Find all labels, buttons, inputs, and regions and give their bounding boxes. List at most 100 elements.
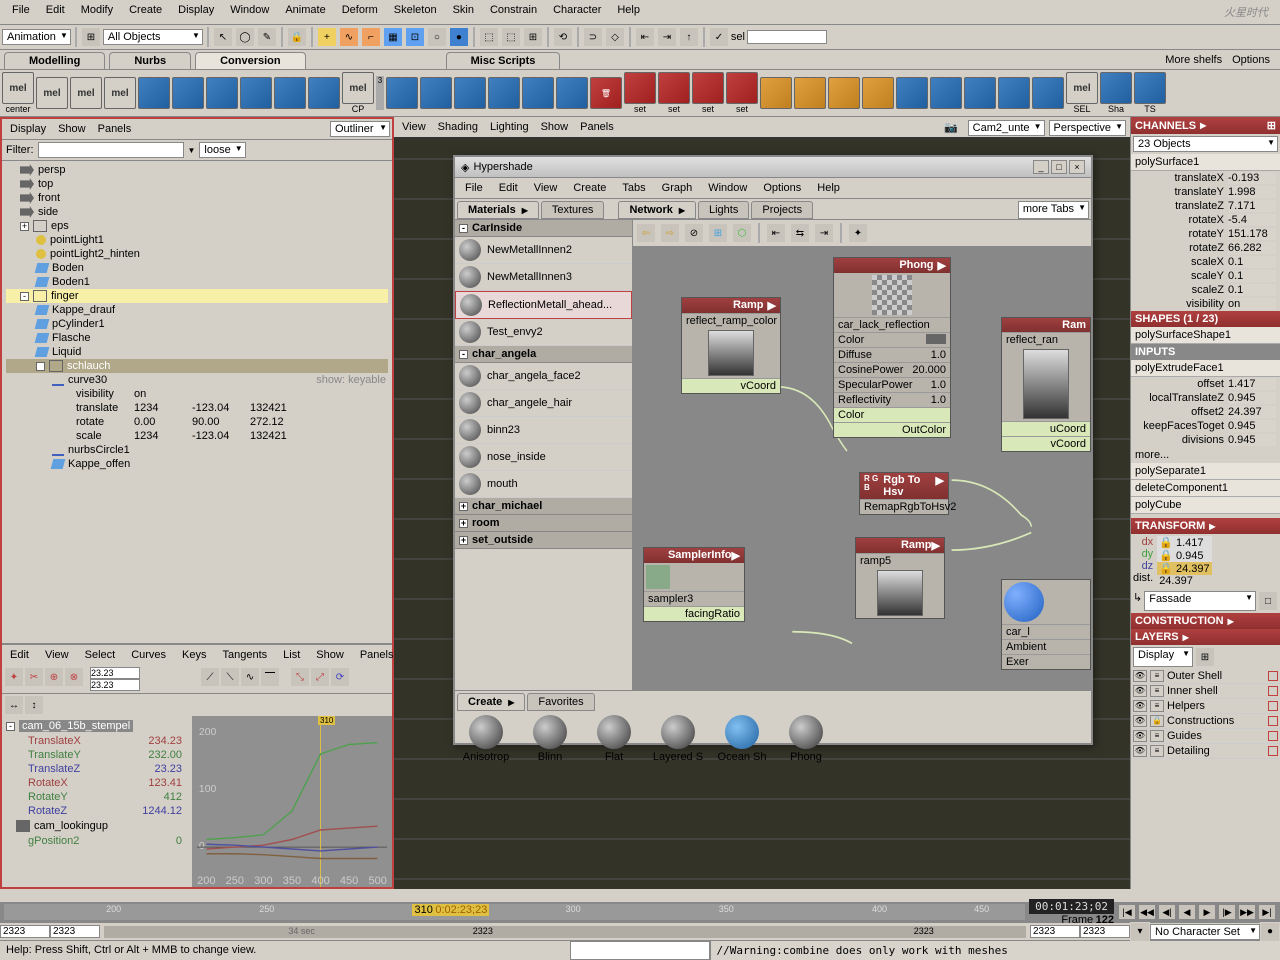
- shelf-o1-icon[interactable]: [760, 77, 792, 109]
- sel-by-name-icon[interactable]: ✓: [709, 27, 729, 47]
- shelf-sha-icon[interactable]: [1100, 72, 1132, 104]
- shelf-set2-icon[interactable]: [658, 72, 690, 104]
- render-icon[interactable]: ●: [449, 27, 469, 47]
- create-material[interactable]: Layered S: [651, 715, 705, 763]
- range-start[interactable]: [0, 925, 50, 938]
- sel-input[interactable]: [747, 30, 827, 44]
- shelf-tab-modelling[interactable]: Modelling: [4, 52, 105, 69]
- inputs-header[interactable]: INPUTS: [1131, 344, 1280, 360]
- more-link[interactable]: more...: [1131, 447, 1280, 463]
- shelf-sel-icon[interactable]: mel: [1066, 72, 1098, 104]
- favorites-tab[interactable]: Favorites: [527, 693, 594, 711]
- layer-color[interactable]: [1268, 746, 1278, 756]
- next-key-btn[interactable]: |▶: [1218, 904, 1236, 920]
- dz-val[interactable]: 24.397: [1176, 563, 1210, 575]
- node-ramp2[interactable]: Ramp▶ ramp5: [855, 537, 945, 619]
- channel-attr[interactable]: translateX-0.193: [1131, 171, 1280, 185]
- lock-icon[interactable]: 🔒: [287, 27, 307, 47]
- range-slider[interactable]: 34 sec23232323: [104, 926, 1026, 938]
- visibility-icon[interactable]: 👁: [1133, 700, 1147, 712]
- outliner-item[interactable]: persp: [6, 163, 388, 177]
- shelf-cube5-icon[interactable]: [274, 77, 306, 109]
- shape-name[interactable]: polySurfaceShape1: [1131, 327, 1280, 344]
- hs-in-icon[interactable]: ⇤: [766, 223, 786, 243]
- ge-key1-icon[interactable]: ✦: [4, 667, 24, 687]
- layer-display-combo[interactable]: Display: [1133, 647, 1193, 667]
- charset-combo[interactable]: No Character Set: [1150, 924, 1260, 940]
- ge-obj2[interactable]: cam_lookingup: [34, 820, 108, 832]
- ge-exp-icon[interactable]: -: [6, 722, 15, 731]
- material-item[interactable]: binn23: [455, 417, 632, 444]
- attr-row[interactable]: translate1234-123.04132421: [6, 401, 388, 415]
- go-end-btn[interactable]: ▶|: [1258, 904, 1276, 920]
- shelf-options-link[interactable]: Options: [1232, 54, 1270, 67]
- keyable-label[interactable]: show: keyable: [316, 374, 386, 386]
- graph-outliner[interactable]: -cam_06_15b_stempel TranslateX234.23Tran…: [2, 716, 192, 887]
- dy-val[interactable]: 0.945: [1176, 550, 1204, 562]
- channel-row[interactable]: RotateZ1244.12: [4, 804, 190, 818]
- shelf-cube1-icon[interactable]: [138, 77, 170, 109]
- outliner-item[interactable]: pointLight1: [6, 233, 388, 247]
- hs-tab-network[interactable]: Network▶: [618, 201, 696, 219]
- shelf-c5-icon[interactable]: [1032, 77, 1064, 109]
- create-material[interactable]: Flat: [587, 715, 641, 763]
- channel-attr[interactable]: keepFacesToget0.945: [1131, 419, 1280, 433]
- channel-row[interactable]: TranslateX234.23: [4, 734, 190, 748]
- menu-edit[interactable]: Edit: [38, 2, 73, 22]
- ge-buf1-icon[interactable]: ↔: [4, 695, 24, 715]
- ge-buf2-icon[interactable]: ↕: [24, 695, 44, 715]
- hs-create[interactable]: Create: [565, 180, 614, 196]
- channel-row[interactable]: RotateX123.41: [4, 776, 190, 790]
- outliner-panel-combo[interactable]: Outliner: [330, 121, 390, 137]
- ge-panels[interactable]: Panels: [354, 647, 400, 663]
- layer-type-icon[interactable]: ≡: [1150, 700, 1164, 712]
- outliner-item[interactable]: +schlauch: [6, 359, 388, 373]
- channel-attr[interactable]: offset1.417: [1131, 377, 1280, 391]
- ramp1-out[interactable]: vCoord: [682, 378, 780, 393]
- visibility-icon[interactable]: 👁: [1133, 670, 1147, 682]
- construct-icon[interactable]: ⊞: [523, 27, 543, 47]
- channel-attr[interactable]: divisions0.945: [1131, 433, 1280, 447]
- material-list[interactable]: -CarInsideNewMetallInnen2NewMetallInnen3…: [455, 220, 633, 690]
- vp-panels[interactable]: Panels: [574, 119, 620, 135]
- material-item[interactable]: NewMetallInnen2: [455, 237, 632, 264]
- layer-color[interactable]: [1268, 701, 1278, 711]
- ge-edit[interactable]: Edit: [4, 647, 35, 663]
- layer-color[interactable]: [1268, 716, 1278, 726]
- outliner-item[interactable]: nurbsCircle1: [6, 443, 388, 457]
- menu-create[interactable]: Create: [121, 2, 170, 22]
- output-op-icon[interactable]: ⬚: [501, 27, 521, 47]
- hs-file[interactable]: File: [457, 180, 491, 196]
- shelf-o2-icon[interactable]: [794, 77, 826, 109]
- ge-gpos[interactable]: gPosition2: [28, 835, 79, 847]
- node-rgbhsv[interactable]: R G BRgb To Hsv▶ RemapRgbToHsv2: [859, 472, 949, 515]
- hs-show-icon[interactable]: ✦: [848, 223, 868, 243]
- outliner-panels-menu[interactable]: Panels: [92, 121, 138, 137]
- sel-lasso-icon[interactable]: ◯: [235, 27, 255, 47]
- channel-attr[interactable]: rotateX-5.4: [1131, 213, 1280, 227]
- layer-row[interactable]: 👁≡Detailing: [1131, 744, 1280, 759]
- layer-color[interactable]: [1268, 731, 1278, 741]
- shelf-b1-icon[interactable]: [386, 77, 418, 109]
- outliner-item[interactable]: curve30show: keyable: [6, 373, 388, 387]
- create-material[interactable]: Ocean Sh: [715, 715, 769, 763]
- channel-attr[interactable]: visibilityon: [1131, 297, 1280, 311]
- ge-tan1-icon[interactable]: ⟋: [200, 667, 220, 687]
- ge-inf3-icon[interactable]: ⟳: [330, 667, 350, 687]
- hs-rearrange-icon[interactable]: ⊞: [708, 223, 728, 243]
- material-section[interactable]: +char_michael: [455, 498, 632, 515]
- attr-row[interactable]: visibilityon: [6, 387, 388, 401]
- channel-row[interactable]: RotateY412: [4, 790, 190, 804]
- visibility-icon[interactable]: 👁: [1133, 685, 1147, 697]
- shelf-cube3-icon[interactable]: [206, 77, 238, 109]
- visibility-icon[interactable]: 👁: [1133, 715, 1147, 727]
- outliner-item[interactable]: pCylinder1: [6, 317, 388, 331]
- outliner-tree[interactable]: persptopfrontside+epspointLight1pointLig…: [2, 161, 392, 643]
- shapes-header[interactable]: SHAPES (1 / 23): [1131, 311, 1280, 327]
- phong-out[interactable]: OutColor: [834, 422, 950, 437]
- layer-color[interactable]: [1268, 671, 1278, 681]
- range-start2[interactable]: [50, 925, 100, 938]
- menu-character[interactable]: Character: [545, 2, 609, 22]
- snap-grid-icon[interactable]: ▦: [383, 27, 403, 47]
- fassade-opt-icon[interactable]: □: [1258, 591, 1278, 611]
